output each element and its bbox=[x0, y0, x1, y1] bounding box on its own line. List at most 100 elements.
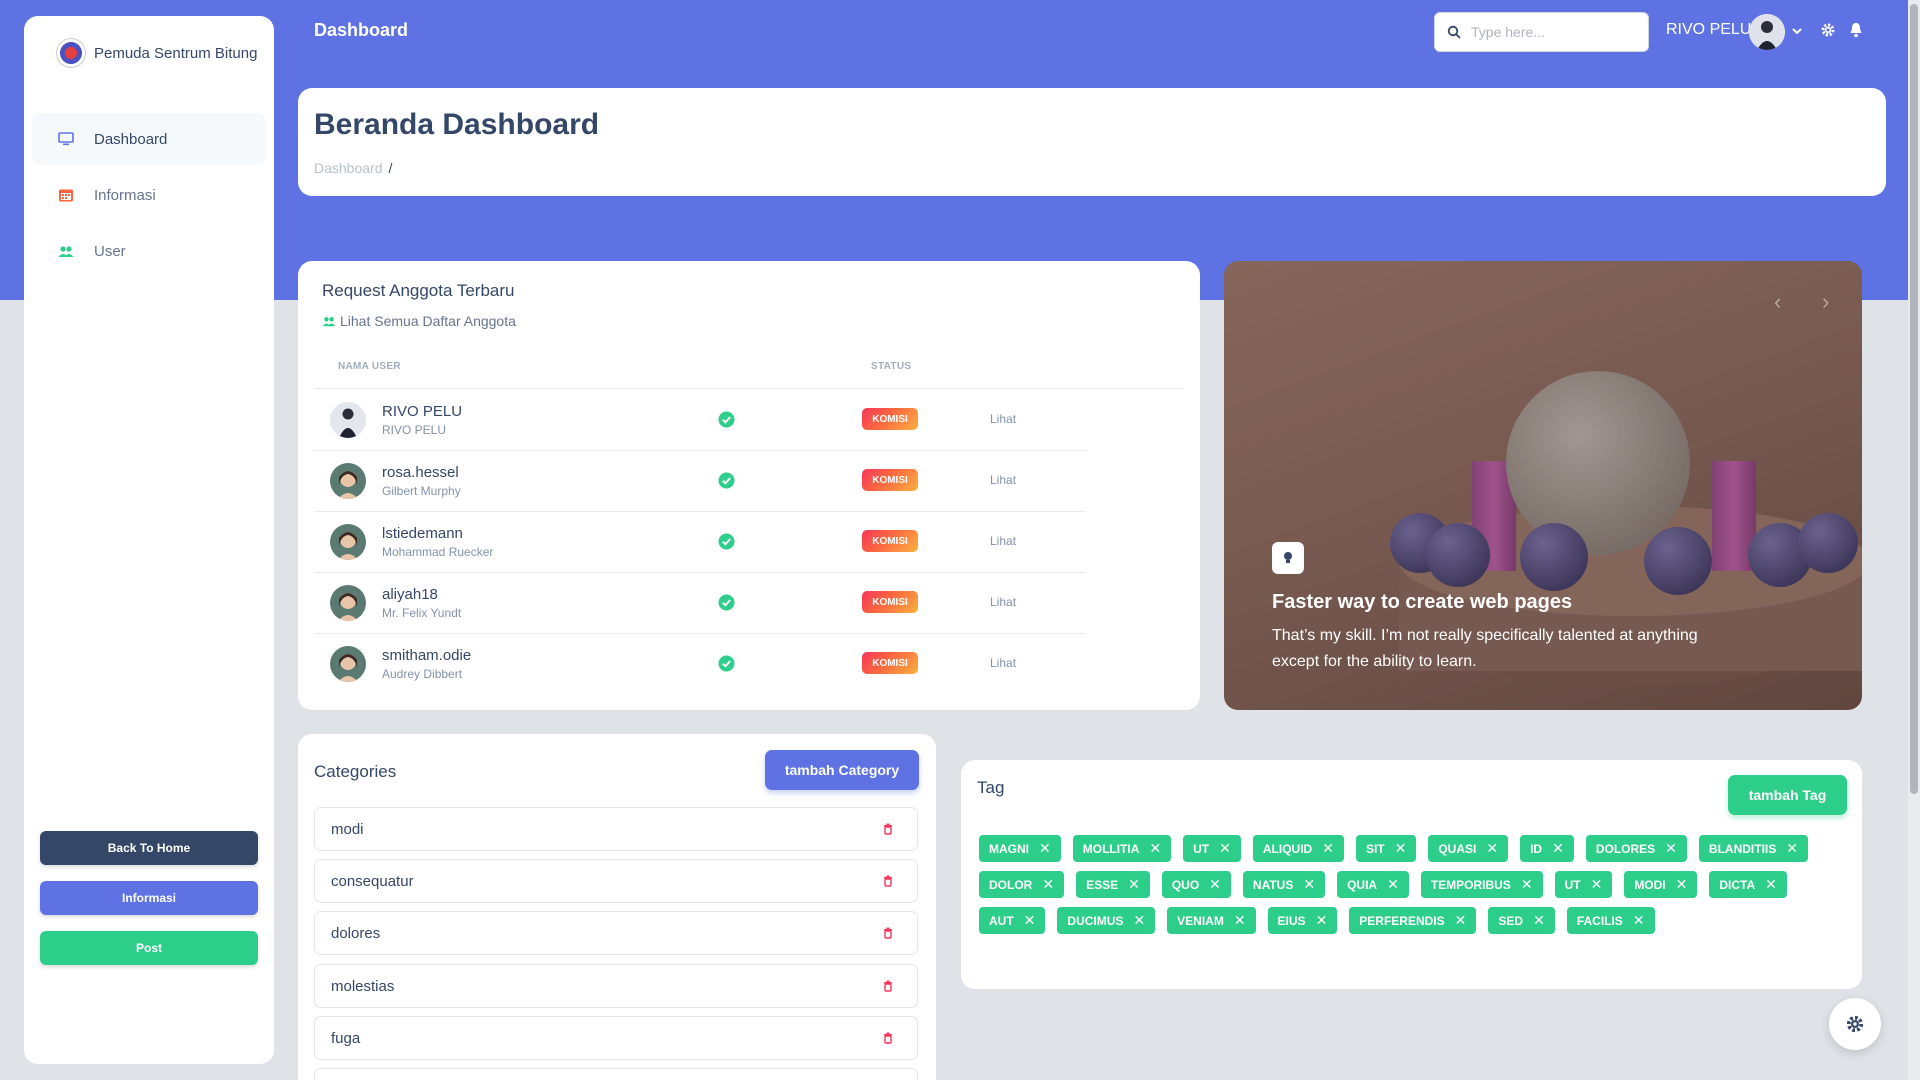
user-name: RIVO PELU bbox=[382, 403, 463, 420]
breadcrumb-separator: / bbox=[388, 160, 393, 176]
request-card: Request Anggota Terbaru Lihat Semua Daft… bbox=[298, 261, 1200, 710]
tag-label: TEMPORIBUS bbox=[1430, 877, 1511, 892]
close-icon[interactable]: ✕ bbox=[1676, 876, 1688, 893]
page-title: Beranda Dashboard bbox=[314, 108, 600, 141]
post-button[interactable]: Post bbox=[40, 931, 258, 965]
avatar bbox=[330, 524, 366, 560]
status-badge: KOMISI bbox=[862, 469, 918, 491]
informasi-button[interactable]: Informasi bbox=[40, 881, 258, 915]
user-name[interactable]: RIVO PELU bbox=[1666, 21, 1751, 39]
close-icon[interactable]: ✕ bbox=[1209, 876, 1221, 893]
trash-icon[interactable] bbox=[883, 875, 893, 887]
breadcrumb: Dashboard / bbox=[314, 160, 392, 176]
view-link[interactable]: Lihat bbox=[990, 412, 1016, 426]
tag-chip: ALIQUID ✕ bbox=[1252, 835, 1344, 862]
close-icon[interactable]: ✕ bbox=[1395, 840, 1407, 857]
trash-icon[interactable] bbox=[883, 823, 893, 835]
category-name: modi bbox=[331, 820, 364, 838]
carousel-prev-button[interactable]: ‹ bbox=[1774, 289, 1781, 315]
add-tag-button[interactable]: tambah Tag bbox=[1728, 775, 1847, 815]
view-all-members-link[interactable]: Lihat Semua Daftar Anggota bbox=[322, 313, 516, 329]
tag-label: SIT bbox=[1365, 841, 1385, 856]
tag-label: BLANDITIIS bbox=[1708, 841, 1777, 856]
users-icon bbox=[322, 317, 336, 327]
close-icon[interactable]: ✕ bbox=[1765, 876, 1777, 893]
breadcrumb-item[interactable]: Dashboard bbox=[314, 160, 383, 176]
close-icon[interactable]: ✕ bbox=[1042, 876, 1054, 893]
sidebar-item-user[interactable]: User bbox=[32, 225, 266, 277]
search-input[interactable] bbox=[1471, 24, 1631, 40]
lightbulb-icon bbox=[1272, 542, 1304, 574]
avatar[interactable] bbox=[1749, 14, 1785, 50]
tag-label: VENIAM bbox=[1177, 913, 1224, 928]
tag-label: DUCIMUS bbox=[1067, 913, 1124, 928]
settings-button[interactable] bbox=[1829, 998, 1881, 1050]
add-category-button[interactable]: tambah Category bbox=[765, 750, 919, 790]
close-icon[interactable]: ✕ bbox=[1234, 912, 1246, 929]
sidebar-item-dashboard[interactable]: Dashboard bbox=[32, 113, 266, 165]
close-icon[interactable]: ✕ bbox=[1387, 876, 1399, 893]
view-link[interactable]: Lihat bbox=[990, 595, 1016, 609]
close-icon[interactable]: ✕ bbox=[1486, 840, 1498, 857]
request-title: Request Anggota Terbaru bbox=[322, 281, 515, 300]
close-icon[interactable]: ✕ bbox=[1552, 840, 1564, 857]
trash-icon[interactable] bbox=[883, 1032, 893, 1044]
sidebar-item-label: Dashboard bbox=[94, 130, 168, 148]
close-icon[interactable]: ✕ bbox=[1149, 840, 1161, 857]
trash-icon[interactable] bbox=[883, 927, 893, 939]
close-icon[interactable]: ✕ bbox=[1219, 840, 1231, 857]
tag-chip: QUIA ✕ bbox=[1337, 871, 1409, 898]
tag-chip: TEMPORIBUS ✕ bbox=[1420, 871, 1543, 898]
view-link[interactable]: Lihat bbox=[990, 473, 1016, 487]
carousel[interactable]: ‹ › Faster way to create web pages That’… bbox=[1224, 261, 1862, 710]
tag-label: QUO bbox=[1171, 877, 1200, 892]
close-icon[interactable]: ✕ bbox=[1303, 876, 1315, 893]
brand[interactable]: Pemuda Sentrum Bitung bbox=[56, 38, 257, 68]
tag-chip: DUCIMUS ✕ bbox=[1057, 907, 1156, 934]
trash-icon[interactable] bbox=[883, 980, 893, 992]
gear-icon[interactable] bbox=[1820, 22, 1836, 43]
status-badge: KOMISI bbox=[862, 408, 918, 430]
tag-chip: UT ✕ bbox=[1183, 835, 1241, 862]
scrollbar[interactable] bbox=[1908, 0, 1920, 1080]
table-row: rosa.hessel Gilbert Murphy KOMISI Lihat bbox=[298, 450, 1200, 511]
back-to-home-button[interactable]: Back To Home bbox=[40, 831, 258, 865]
close-icon[interactable]: ✕ bbox=[1024, 912, 1036, 929]
search-box[interactable] bbox=[1434, 12, 1649, 52]
tag-list: MAGNI ✕ MOLLITIA ✕ UT ✕ ALIQUID ✕ SIT ✕ QUASI ✕ ID ✕ D… bbox=[979, 835, 1829, 934]
close-icon[interactable]: ✕ bbox=[1533, 912, 1545, 929]
tag-chip: PERFERENDIS ✕ bbox=[1349, 907, 1477, 934]
close-icon[interactable]: ✕ bbox=[1133, 912, 1145, 929]
chevron-down-icon[interactable] bbox=[1792, 22, 1802, 38]
view-link[interactable]: Lihat bbox=[990, 534, 1016, 548]
close-icon[interactable]: ✕ bbox=[1633, 912, 1645, 929]
close-icon[interactable]: ✕ bbox=[1316, 912, 1328, 929]
close-icon[interactable]: ✕ bbox=[1591, 876, 1603, 893]
user-name: rosa.hessel bbox=[382, 464, 459, 481]
check-circle-icon bbox=[718, 594, 735, 611]
carousel-next-button[interactable]: › bbox=[1822, 289, 1829, 315]
list-item: dolores bbox=[314, 911, 918, 955]
list-item bbox=[314, 1068, 918, 1080]
scrollbar-thumb[interactable] bbox=[1910, 4, 1918, 794]
tag-label: MAGNI bbox=[989, 841, 1029, 856]
carousel-text: That’s my skill. I’m not really specific… bbox=[1272, 627, 1698, 670]
close-icon[interactable]: ✕ bbox=[1455, 912, 1467, 929]
close-icon[interactable]: ✕ bbox=[1786, 840, 1798, 857]
close-icon[interactable]: ✕ bbox=[1322, 840, 1334, 857]
column-header-user: NAMA USER bbox=[338, 361, 401, 372]
list-item: fuga bbox=[314, 1016, 918, 1060]
column-header-status: STATUS bbox=[871, 361, 912, 372]
status-badge: KOMISI bbox=[862, 530, 918, 552]
close-icon[interactable]: ✕ bbox=[1039, 840, 1051, 857]
tag-label: DICTA bbox=[1719, 877, 1756, 892]
tag-chip: DOLORES ✕ bbox=[1585, 835, 1687, 862]
bell-icon[interactable] bbox=[1849, 22, 1863, 43]
view-link[interactable]: Lihat bbox=[990, 656, 1016, 670]
close-icon[interactable]: ✕ bbox=[1521, 876, 1533, 893]
brand-logo bbox=[56, 38, 86, 68]
sidebar-item-informasi[interactable]: Informasi bbox=[32, 169, 266, 221]
close-icon[interactable]: ✕ bbox=[1665, 840, 1677, 857]
tag-label: SED bbox=[1498, 913, 1524, 928]
close-icon[interactable]: ✕ bbox=[1128, 876, 1140, 893]
